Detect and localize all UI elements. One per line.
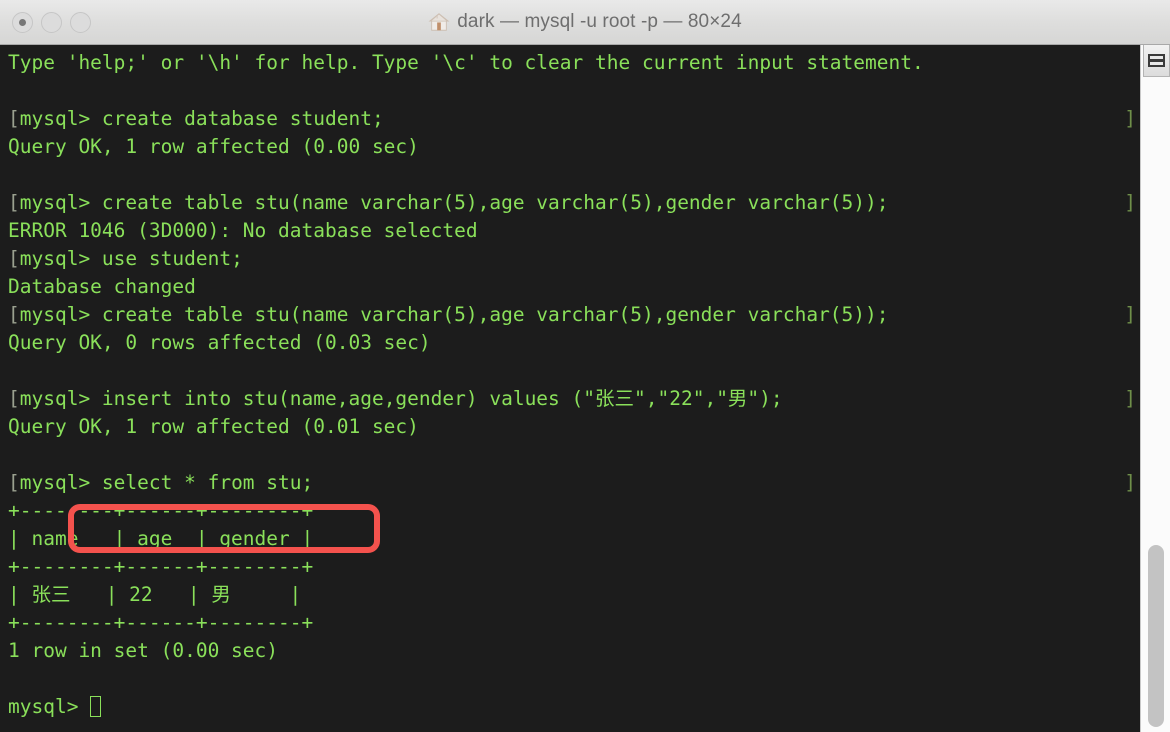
line-end-mark: ]: [1124, 191, 1136, 214]
terminal-line: +--------+------+--------+: [0, 497, 1140, 525]
prompt-mark: [: [8, 387, 20, 410]
scrollbar-top-button[interactable]: [1143, 45, 1170, 77]
terminal-line-text: Database changed: [8, 275, 196, 298]
terminal-line-text: ERROR 1046 (3D000): No database selected: [8, 219, 478, 242]
terminal-line: 1 row in set (0.00 sec): [0, 637, 1140, 665]
zoom-button[interactable]: [70, 11, 91, 33]
prompt-mark: [: [8, 107, 20, 130]
terminal-line-text: | 张三 | 22 | 男 |: [8, 583, 302, 606]
terminal-line: mysql>: [0, 693, 1140, 721]
terminal-line: | name | age | gender |: [0, 525, 1140, 553]
terminal-line: +--------+------+--------+: [0, 553, 1140, 581]
terminal-line-text: mysql> create table stu(name varchar(5),…: [19, 303, 889, 326]
terminal-line: [mysql> create database student;]: [0, 105, 1140, 133]
terminal-line: [mysql> insert into stu(name,age,gender)…: [0, 385, 1140, 413]
terminal-line-text: +--------+------+--------+: [8, 611, 314, 634]
terminal-line-text: mysql> create database student;: [19, 107, 384, 130]
terminal-line-text: Type 'help;' or '\h' for help. Type '\c'…: [8, 51, 924, 74]
line-end-mark: ]: [1124, 303, 1136, 326]
terminal-line-text: Query OK, 1 row affected (0.00 sec): [8, 135, 419, 158]
terminal-screen[interactable]: Type 'help;' or '\h' for help. Type '\c'…: [0, 45, 1140, 732]
line-end-mark: ]: [1124, 387, 1136, 410]
title-bar: dark — mysql -u root -p — 80×24: [0, 0, 1170, 45]
terminal-line: [mysql> create table stu(name varchar(5)…: [0, 301, 1140, 329]
terminal-lines: Type 'help;' or '\h' for help. Type '\c'…: [0, 49, 1140, 721]
terminal-line: +--------+------+--------+: [0, 609, 1140, 637]
terminal-window: dark — mysql -u root -p — 80×24 Type 'he…: [0, 0, 1170, 732]
prompt-mark: [: [8, 191, 20, 214]
terminal-line: ERROR 1046 (3D000): No database selected: [0, 217, 1140, 245]
line-end-mark: ]: [1124, 107, 1136, 130]
prompt-mark: [: [8, 247, 20, 270]
terminal-line: Query OK, 1 row affected (0.01 sec): [0, 413, 1140, 441]
terminal-line-text: 1 row in set (0.00 sec): [8, 639, 279, 662]
terminal-line: Database changed: [0, 273, 1140, 301]
terminal-line: Type 'help;' or '\h' for help. Type '\c'…: [0, 49, 1140, 77]
terminal-line: [mysql> use student;: [0, 245, 1140, 273]
terminal-line-text: Query OK, 0 rows affected (0.03 sec): [8, 331, 431, 354]
window-controls: [12, 11, 91, 33]
terminal-line: [mysql> select * from stu;]: [0, 469, 1140, 497]
terminal-body: Type 'help;' or '\h' for help. Type '\c'…: [0, 45, 1170, 732]
home-icon: [428, 13, 450, 31]
terminal-line-text: mysql> create table stu(name varchar(5),…: [19, 191, 889, 214]
line-end-mark: ]: [1124, 471, 1136, 494]
terminal-line-text: mysql> insert into stu(name,age,gender) …: [19, 387, 783, 410]
terminal-line-text: +--------+------+--------+: [8, 499, 314, 522]
terminal-line-text: Query OK, 1 row affected (0.01 sec): [8, 415, 419, 438]
prompt-mark: [: [8, 303, 20, 326]
scrollbar-thumb[interactable]: [1148, 545, 1164, 727]
prompt-mark: [: [8, 471, 20, 494]
scrollbar[interactable]: [1140, 45, 1170, 732]
close-button[interactable]: [12, 11, 33, 33]
terminal-line: Query OK, 1 row affected (0.00 sec): [0, 133, 1140, 161]
terminal-line-text: +--------+------+--------+: [8, 555, 314, 578]
terminal-line-text: mysql> use student;: [19, 247, 243, 270]
terminal-line-text: | name | age | gender |: [8, 527, 314, 550]
title-bar-center: dark — mysql -u root -p — 80×24: [0, 0, 1170, 44]
minimize-button[interactable]: [41, 11, 62, 33]
text-cursor: [90, 696, 102, 717]
terminal-line: [mysql> create table stu(name varchar(5)…: [0, 189, 1140, 217]
terminal-line-text: mysql>: [8, 695, 91, 718]
terminal-line: Query OK, 0 rows affected (0.03 sec): [0, 329, 1140, 357]
lines-icon: [1148, 54, 1165, 67]
window-title: dark — mysql -u root -p — 80×24: [457, 11, 742, 32]
terminal-line: | 张三 | 22 | 男 |: [0, 581, 1140, 609]
terminal-line-text: mysql> select * from stu;: [19, 471, 314, 494]
